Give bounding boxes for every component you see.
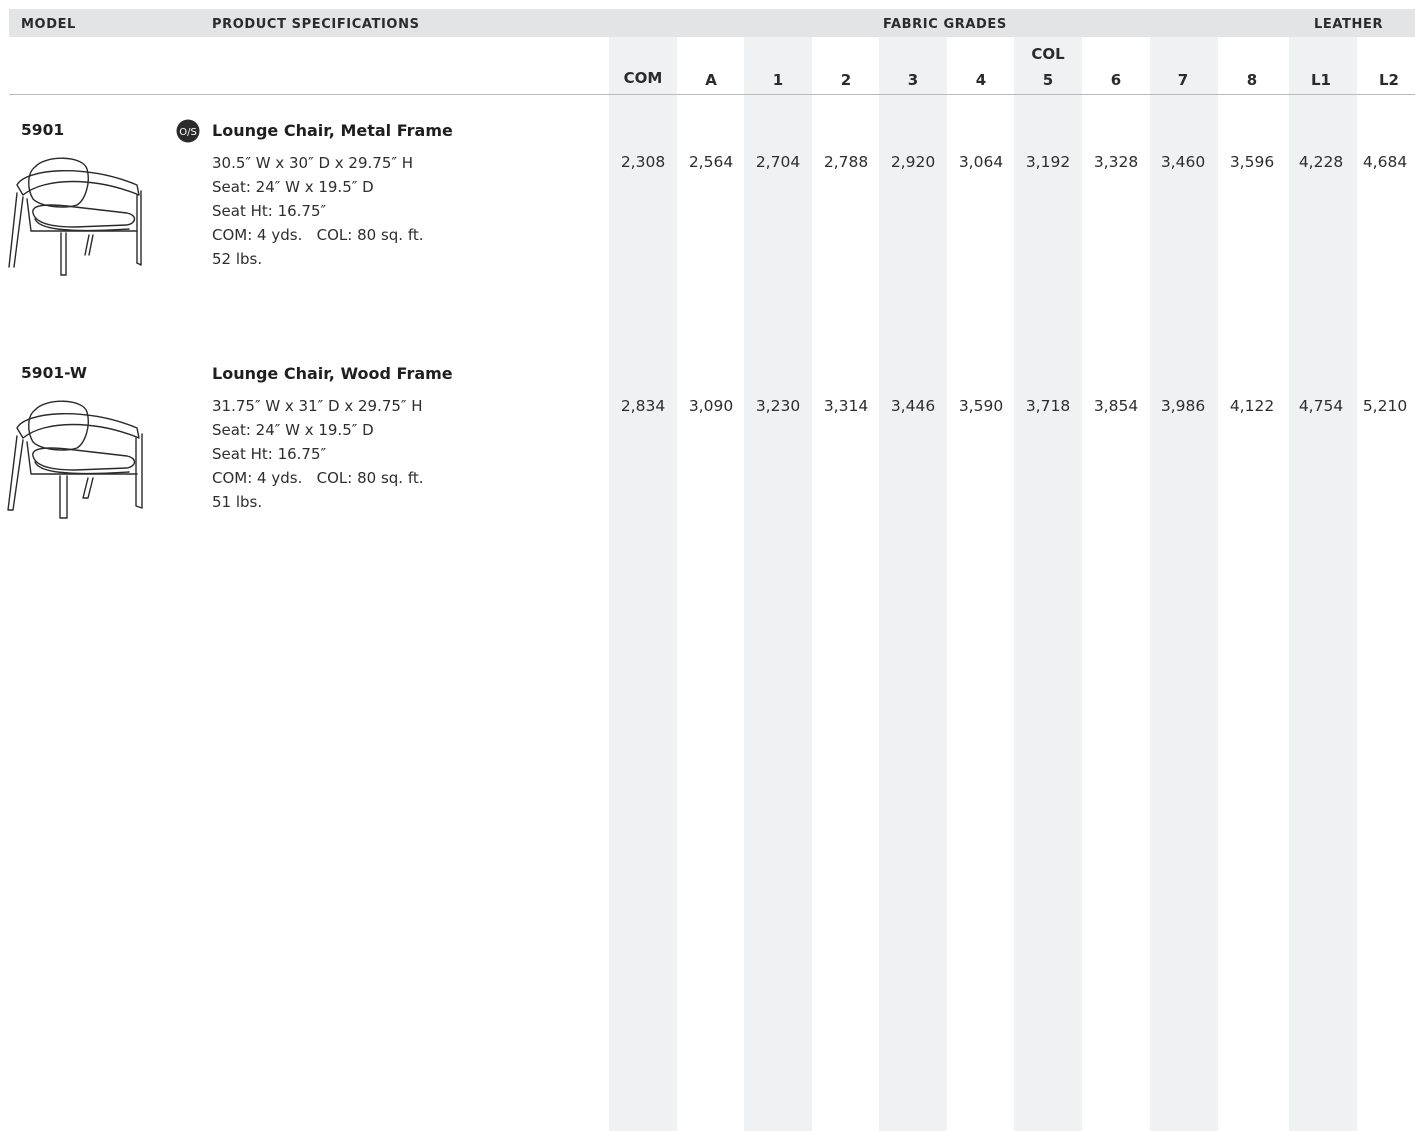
price-grade-8: 4,122 <box>1229 397 1275 415</box>
price-leather-l2: 5,210 <box>1362 397 1408 415</box>
product-specs: 30.5″ W x 30″ D x 29.75″ H Seat: 24″ W x… <box>212 151 424 271</box>
spec-dimensions: 31.75″ W x 31″ D x 29.75″ H <box>212 397 423 415</box>
product-name: Lounge Chair, Wood Frame <box>212 364 453 383</box>
price-com: 2,834 <box>620 397 666 415</box>
price-grade-4: 3,064 <box>958 153 1004 171</box>
spec-seat: Seat: 24″ W x 19.5″ D <box>212 178 374 196</box>
price-grade-3: 2,920 <box>890 153 936 171</box>
price-leather-l1: 4,228 <box>1298 153 1344 171</box>
price-grade-3: 3,446 <box>890 397 936 415</box>
column-header-com: COM <box>623 69 663 87</box>
spec-seat: Seat: 24″ W x 19.5″ D <box>212 421 374 439</box>
spec-dimensions: 30.5″ W x 30″ D x 29.75″ H <box>212 154 414 172</box>
column-header-8: 8 <box>1246 71 1258 89</box>
header-fabric-grades: FABRIC GRADES <box>883 17 1007 32</box>
spec-seat-height: Seat Ht: 16.75″ <box>212 445 327 463</box>
spec-com-col: COM: 4 yds. COL: 80 sq. ft. <box>212 469 424 487</box>
column-stripe-7 <box>1150 37 1218 1131</box>
spec-weight: 52 lbs. <box>212 250 263 268</box>
price-grade-1: 2,704 <box>755 153 801 171</box>
price-grade-8: 3,596 <box>1229 153 1275 171</box>
column-header-1: 1 <box>772 71 784 89</box>
price-leather-l2: 4,684 <box>1362 153 1408 171</box>
price-grade-a: 2,564 <box>688 153 734 171</box>
header-leather: LEATHER <box>1314 17 1384 32</box>
column-header-3: 3 <box>907 71 919 89</box>
header-divider <box>9 94 1415 95</box>
price-grade-7: 3,986 <box>1160 397 1206 415</box>
spec-seat-height: Seat Ht: 16.75″ <box>212 202 327 220</box>
price-com: 2,308 <box>620 153 666 171</box>
column-header-6: 6 <box>1110 71 1122 89</box>
column-stripe-5 <box>1014 37 1082 1131</box>
column-header-4: 4 <box>975 71 987 89</box>
column-header-col: COL <box>1031 45 1065 63</box>
product-name: Lounge Chair, Metal Frame <box>212 121 453 140</box>
price-grade-5: 3,192 <box>1025 153 1071 171</box>
price-leather-l1: 4,754 <box>1298 397 1344 415</box>
model-number: 5901 <box>21 121 65 139</box>
column-header-5: 5 <box>1042 71 1054 89</box>
price-grade-6: 3,854 <box>1093 397 1139 415</box>
column-header-l1: L1 <box>1311 71 1331 89</box>
header-model: MODEL <box>21 17 76 32</box>
price-grade-4: 3,590 <box>958 397 1004 415</box>
column-header-2: 2 <box>840 71 852 89</box>
model-number: 5901-W <box>21 364 87 382</box>
price-grade-2: 2,788 <box>823 153 869 171</box>
column-header-l2: L2 <box>1379 71 1399 89</box>
price-grade-1: 3,230 <box>755 397 801 415</box>
column-stripe-3 <box>879 37 947 1131</box>
column-header-7: 7 <box>1177 71 1189 89</box>
spec-com-col: COM: 4 yds. COL: 80 sq. ft. <box>212 226 424 244</box>
svg-text:O/S: O/S <box>179 127 197 138</box>
lounge-chair-metal-frame-illustration <box>8 157 142 276</box>
price-grade-2: 3,314 <box>823 397 869 415</box>
product-specs: 31.75″ W x 31″ D x 29.75″ H Seat: 24″ W … <box>212 394 424 514</box>
lounge-chair-wood-frame-illustration <box>7 400 143 519</box>
price-grade-7: 3,460 <box>1160 153 1206 171</box>
header-product-specifications: PRODUCT SPECIFICATIONS <box>212 17 420 32</box>
price-grade-6: 3,328 <box>1093 153 1139 171</box>
spec-weight: 51 lbs. <box>212 493 263 511</box>
column-header-a: A <box>705 71 717 89</box>
outdoor-os-badge-icon: O/S <box>176 119 200 143</box>
price-grade-a: 3,090 <box>688 397 734 415</box>
column-stripe-com <box>609 37 677 1131</box>
price-grade-5: 3,718 <box>1025 397 1071 415</box>
column-stripe-1 <box>744 37 812 1131</box>
column-stripe-l1 <box>1289 37 1357 1131</box>
